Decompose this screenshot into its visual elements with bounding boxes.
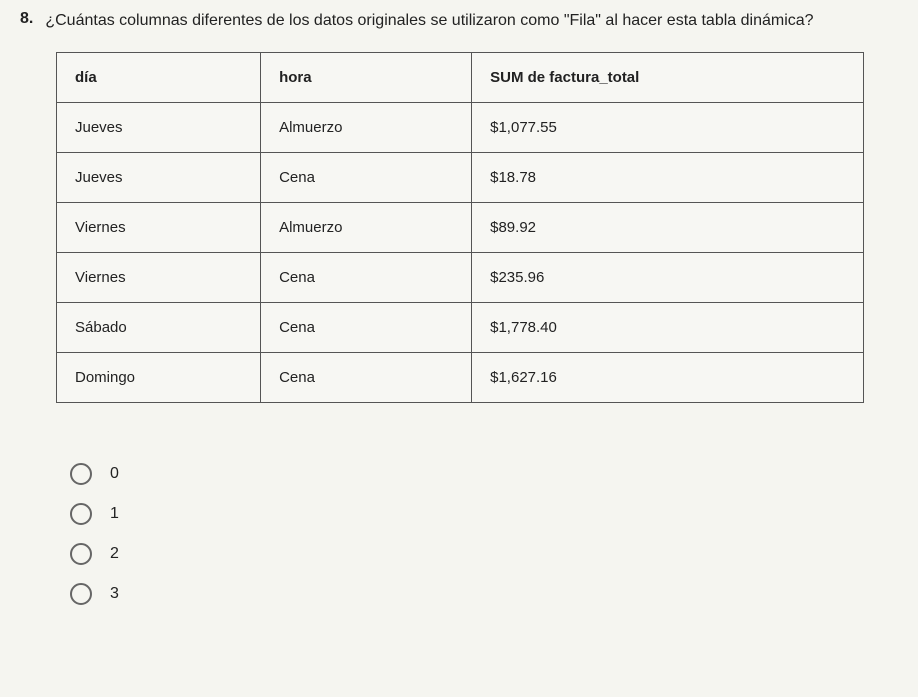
header-hora: hora bbox=[261, 53, 472, 103]
radio-icon[interactable] bbox=[70, 543, 92, 565]
cell-dia: Domingo bbox=[57, 353, 261, 403]
cell-sum: $235.96 bbox=[472, 253, 864, 303]
table-row: Jueves Almuerzo $1,077.55 bbox=[57, 103, 864, 153]
cell-sum: $1,778.40 bbox=[472, 303, 864, 353]
radio-icon[interactable] bbox=[70, 463, 92, 485]
question-text: ¿Cuántas columnas diferentes de los dato… bbox=[45, 10, 813, 32]
header-dia: día bbox=[57, 53, 261, 103]
table-row: Jueves Cena $18.78 bbox=[57, 153, 864, 203]
table-row: Viernes Cena $235.96 bbox=[57, 253, 864, 303]
table-header-row: día hora SUM de factura_total bbox=[57, 53, 864, 103]
option-label: 0 bbox=[110, 465, 119, 483]
option-1[interactable]: 1 bbox=[70, 503, 898, 525]
option-label: 3 bbox=[110, 585, 119, 603]
cell-hora: Cena bbox=[261, 153, 472, 203]
option-label: 1 bbox=[110, 505, 119, 523]
pivot-table: día hora SUM de factura_total Jueves Alm… bbox=[56, 52, 864, 403]
table-row: Domingo Cena $1,627.16 bbox=[57, 353, 864, 403]
option-0[interactable]: 0 bbox=[70, 463, 898, 485]
cell-dia: Jueves bbox=[57, 103, 261, 153]
cell-hora: Almuerzo bbox=[261, 103, 472, 153]
option-3[interactable]: 3 bbox=[70, 583, 898, 605]
option-2[interactable]: 2 bbox=[70, 543, 898, 565]
cell-hora: Almuerzo bbox=[261, 203, 472, 253]
header-sum: SUM de factura_total bbox=[472, 53, 864, 103]
cell-hora: Cena bbox=[261, 303, 472, 353]
cell-dia: Viernes bbox=[57, 203, 261, 253]
radio-icon[interactable] bbox=[70, 583, 92, 605]
cell-hora: Cena bbox=[261, 253, 472, 303]
table-row: Sábado Cena $1,778.40 bbox=[57, 303, 864, 353]
cell-sum: $1,627.16 bbox=[472, 353, 864, 403]
cell-dia: Viernes bbox=[57, 253, 261, 303]
cell-dia: Jueves bbox=[57, 153, 261, 203]
cell-hora: Cena bbox=[261, 353, 472, 403]
cell-dia: Sábado bbox=[57, 303, 261, 353]
radio-icon[interactable] bbox=[70, 503, 92, 525]
answer-options: 0 1 2 3 bbox=[70, 463, 898, 605]
option-label: 2 bbox=[110, 545, 119, 563]
cell-sum: $1,077.55 bbox=[472, 103, 864, 153]
cell-sum: $18.78 bbox=[472, 153, 864, 203]
table-row: Viernes Almuerzo $89.92 bbox=[57, 203, 864, 253]
cell-sum: $89.92 bbox=[472, 203, 864, 253]
question-number: 8. bbox=[20, 10, 33, 28]
question-header: 8. ¿Cuántas columnas diferentes de los d… bbox=[20, 10, 898, 32]
